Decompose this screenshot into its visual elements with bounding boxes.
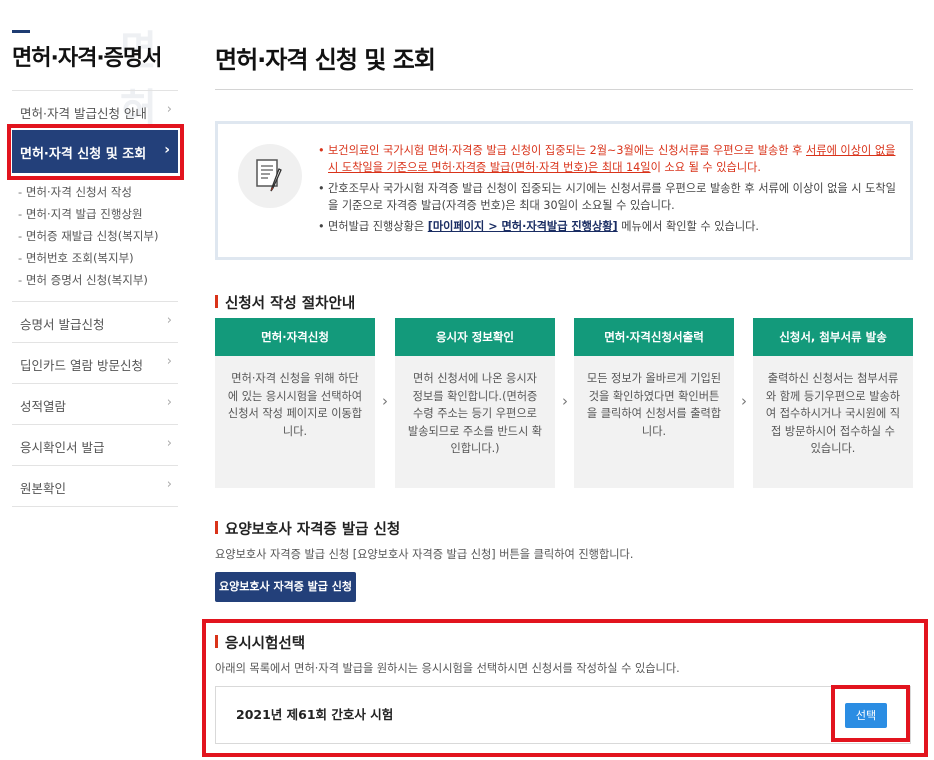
sidebar-accent-bar [12,30,30,33]
sidebar-item-score[interactable]: 성적열람 › [12,384,178,425]
caregiver-heading: 요양보호사 자격증 발급 신청 [215,518,400,539]
sidebar-item-original-check[interactable]: 원본확인 › [12,466,178,507]
step-title: 면허·자격신청 [215,318,375,356]
chevron-right-icon: › [166,477,172,492]
sidebar-item-label: 성적열람 [20,399,67,414]
chevron-right-icon: › [166,102,172,117]
notice-list: 보건의료인 국가시험 면허·자격증 발급 신청이 집중되는 2월~3월에는 신청… [318,142,898,239]
highlight-box-select-button [831,685,910,742]
step-description: 면허·자격 신청을 위해 하단에 있는 응시시험을 선택하여 신청서 작성 페이… [227,372,363,438]
sidebar: 면허 면허·자격·증명서 면허·자격 발급신청 안내 › 면허·자격 신청 및 … [0,0,184,760]
chevron-right-icon: › [166,354,172,369]
procedure-heading: 신청서 작성 절차안내 [215,292,355,313]
sidebar-item-certificate-issue[interactable]: 승명서 발급신청 › [12,302,178,343]
chevron-right-icon: › [166,313,172,328]
notice-item-nursing-assistant: 간호조무사 국가시험 자격증 발급 신청이 집중되는 시기에는 신청서류를 우편… [318,180,898,214]
sidebar-item-exam-confirmation[interactable]: 응시확인서 발급 › [12,425,178,466]
notice-item-peak-period: 보건의료인 국가시험 면허·자격증 발급 신청이 집중되는 2월~3월에는 신청… [318,142,898,176]
step-description: 면허 신청서에 나온 응시자 정보를 확인합니다.(면허증 수령 주소는 등기 … [407,372,543,455]
chevron-right-icon: › [166,436,172,451]
sidebar-title: 면허·자격·증명서 [12,46,162,71]
submenu-item-application-form[interactable]: 면허·자격 신청서 작성 [18,185,178,207]
document-pen-icon [238,144,302,208]
step-card: 면허·자격신청 면허·자격 신청을 위해 하단에 있는 응시시험을 선택하여 신… [215,318,375,488]
caregiver-certificate-button[interactable]: 요양보호사 자격증 발급 신청 [215,572,356,602]
step-description: 출력하신 신청서는 첨부서류와 함께 등기우편으로 발송하여 접수하시거나 국시… [765,372,901,455]
chevron-right-icon: › [382,392,388,410]
sidebar-item-label: 승명서 발급신청 [20,317,105,332]
highlight-box-sidebar [7,124,184,180]
sidebar-item-label: 딥인카드 열람 방문신청 [20,358,143,373]
submenu-item-reissue[interactable]: 면허증 재발급 신청(복지부) [18,229,178,251]
sidebar-item-label: 원본확인 [20,481,67,496]
chevron-right-icon: › [166,395,172,410]
page-title: 면허·자격 신청 및 조회 [215,46,436,74]
submenu-item-certificate[interactable]: 면허 증명서 신청(복지부) [18,273,178,295]
sidebar-item-label: 응시확인서 발급 [20,440,105,455]
step-title: 신청서, 첨부서류 발송 [753,318,913,356]
step-title: 응시자 정보확인 [395,318,555,356]
step-title: 면허·자격신청서출력 [574,318,734,356]
title-divider [215,89,913,90]
step-card: 응시자 정보확인 면허 신청서에 나온 응시자 정보를 확인합니다.(면허증 수… [395,318,555,488]
caregiver-description: 요양보호사 자격증 발급 신청 [요양보호사 자격증 발급 신청] 버튼을 클릭… [215,548,634,561]
sidebar-submenu: 면허·자격 신청서 작성 면허·지격 발급 진행상원 면허증 재발급 신청(복지… [18,185,178,295]
step-card: 면허·자격신청서출력 모든 정보가 올바르게 기입된 것을 확인하였다면 확인버… [574,318,734,488]
submenu-item-license-number[interactable]: 면허번호 조회(복지부) [18,251,178,273]
mypage-progress-link[interactable]: [마이페이지 > 면허·자격발급 진행상황] [428,220,618,233]
notice-box: 보건의료인 국가시험 면허·자격증 발급 신청이 집중되는 2월~3월에는 신청… [215,121,913,260]
notice-item-progress: 면허발급 진행상황은 [마이페이지 > 면허·자격발급 진행상황] 메뉴에서 확… [318,218,898,235]
chevron-right-icon: › [562,392,568,410]
chevron-right-icon: › [741,392,747,410]
submenu-item-issue-status[interactable]: 면허·지격 발급 진행상원 [18,207,178,229]
step-card: 신청서, 첨부서류 발송 출력하신 신청서는 첨부서류와 함께 등기우편으로 발… [753,318,913,488]
step-description: 모든 정보가 올바르게 기입된 것을 확인하였다면 확인버튼을 클릭하여 신청서… [586,372,722,438]
sidebar-item-answer-card[interactable]: 딥인카드 열람 방문신청 › [12,343,178,384]
highlight-box-exam-section [202,619,928,757]
sidebar-item-label: 면허·자격 발급신청 안내 [20,106,147,121]
